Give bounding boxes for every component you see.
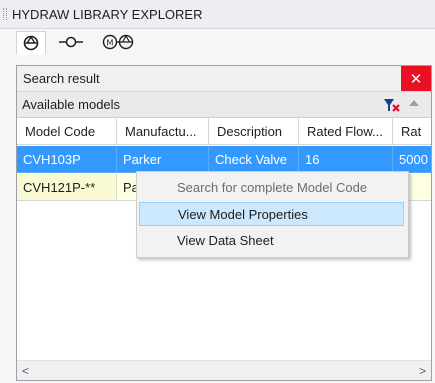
column-header-rated-pressure[interactable]: Rat <box>393 118 431 145</box>
cell-description[interactable]: Check Valve <box>209 146 299 173</box>
line-connector-button[interactable] <box>56 31 86 53</box>
library-explorer-window: HYDRAW LIBRARY EXPLORER M Search result … <box>0 0 435 383</box>
motor-pump-icon: M <box>102 34 134 50</box>
drag-grip-icon[interactable] <box>3 8 7 20</box>
menu-item-search-complete-model-code[interactable]: Search for complete Model Code <box>139 176 404 200</box>
window-title: HYDRAW LIBRARY EXPLORER <box>12 7 203 22</box>
scroll-right-icon[interactable]: > <box>414 361 431 380</box>
line-connector-icon <box>59 36 83 48</box>
column-header-description[interactable]: Description <box>209 118 299 145</box>
clear-filter-icon[interactable] <box>383 97 401 113</box>
available-models-header: Available models <box>17 92 431 118</box>
toolbar: M <box>0 29 435 61</box>
context-menu: Search for complete Model Code View Mode… <box>136 171 409 258</box>
cell-manufacturer[interactable]: Parker <box>117 146 209 173</box>
available-models-label: Available models <box>22 97 121 112</box>
close-icon: ✕ <box>409 70 423 88</box>
menu-item-view-model-properties[interactable]: View Model Properties <box>139 202 404 226</box>
cell-model-code[interactable]: CVH103P <box>17 146 117 173</box>
panel-header: Search result ✕ <box>17 66 431 92</box>
column-header-model-code[interactable]: Model Code <box>17 118 117 145</box>
collapse-up-icon[interactable] <box>409 100 419 106</box>
valve-symbol-icon <box>23 35 39 51</box>
valve-symbol-button[interactable] <box>16 31 46 55</box>
motor-pump-button[interactable]: M <box>98 31 138 53</box>
panel-title: Search result <box>23 71 100 86</box>
column-header-rated-flow[interactable]: Rated Flow... <box>299 118 393 145</box>
scroll-left-icon[interactable]: < <box>17 361 34 380</box>
menu-item-view-data-sheet[interactable]: View Data Sheet <box>139 229 404 253</box>
close-button[interactable]: ✕ <box>401 66 431 91</box>
grid-header-row: Model Code Manufactu... Description Rate… <box>17 118 431 145</box>
table-row[interactable]: CVH103P Parker Check Valve 16 5000 <box>17 146 431 173</box>
cell-rated-pressure[interactable]: 5000 <box>393 146 431 173</box>
title-bar: HYDRAW LIBRARY EXPLORER <box>0 0 435 29</box>
svg-text:M: M <box>107 39 114 48</box>
column-header-manufacturer[interactable]: Manufactu... <box>117 118 209 145</box>
horizontal-scrollbar[interactable]: < > <box>17 360 431 380</box>
cell-model-code[interactable]: CVH121P-** <box>17 174 117 201</box>
cell-rated-flow[interactable]: 16 <box>299 146 393 173</box>
